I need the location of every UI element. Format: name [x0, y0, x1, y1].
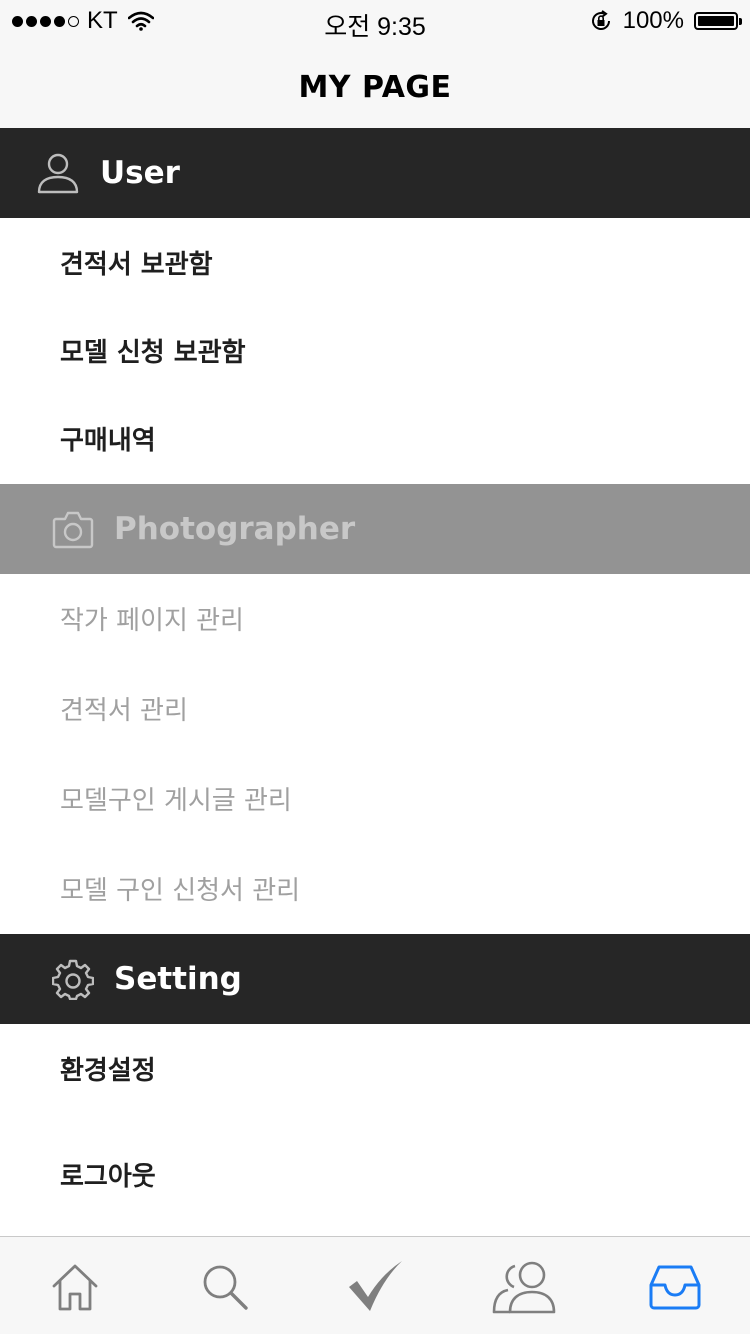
menu-item-label: 견적서 관리 [60, 695, 188, 726]
menu-item-estimate-manage: 견적서 관리 [0, 664, 750, 752]
rotation-lock-icon [589, 9, 613, 33]
menu-item-model-recruit-application-manage: 모델 구인 신청서 관리 [0, 844, 750, 932]
menu-item-estimate-box[interactable]: 견적서 보관함 [0, 218, 750, 306]
navigation-bar: MY PAGE [0, 40, 750, 128]
menu-item-label: 작가 페이지 관리 [60, 605, 244, 636]
battery-icon [694, 12, 742, 30]
menu-item-preferences[interactable]: 환경설정 [0, 1024, 750, 1112]
tab-search[interactable] [185, 1247, 265, 1327]
menu-item-label: 환경설정 [60, 1055, 156, 1086]
section-header-user: User [0, 128, 750, 218]
section-title-photographer: Photographer [114, 511, 356, 547]
page-title: MY PAGE [298, 70, 452, 105]
section-title-setting: Setting [114, 961, 242, 997]
tab-inbox[interactable] [635, 1247, 715, 1327]
inbox-icon [647, 1263, 703, 1311]
tab-bar [0, 1236, 750, 1334]
section-header-setting: Setting [0, 934, 750, 1024]
status-right: 100% [589, 7, 742, 35]
menu-item-label: 로그아웃 [60, 1161, 156, 1192]
battery-percent: 100% [622, 7, 684, 34]
user-icon [36, 151, 80, 195]
tab-home[interactable] [35, 1247, 115, 1327]
home-icon [49, 1261, 101, 1313]
tab-check[interactable] [335, 1247, 415, 1327]
checkmark-icon [345, 1259, 405, 1315]
search-icon [199, 1261, 251, 1313]
menu-item-label: 모델 구인 신청서 관리 [60, 875, 301, 906]
section-header-photographer: Photographer [0, 484, 750, 574]
section-title-user: User [100, 155, 180, 191]
menu-item-model-recruit-post-manage: 모델구인 게시글 관리 [0, 754, 750, 842]
status-bar: KT 오전 9:35 100% [0, 0, 750, 41]
gear-icon [52, 958, 94, 1000]
menu-item-purchase-history[interactable]: 구매내역 [0, 394, 750, 482]
menu-item-label: 모델 신청 보관함 [60, 337, 246, 368]
menu-item-label: 구매내역 [60, 425, 156, 456]
menu-item-artist-page-manage: 작가 페이지 관리 [0, 574, 750, 662]
menu-item-label: 모델구인 게시글 관리 [60, 785, 292, 816]
menu-item-label: 견적서 보관함 [60, 249, 213, 280]
menu-item-model-application-box[interactable]: 모델 신청 보관함 [0, 306, 750, 394]
tab-people[interactable] [485, 1247, 565, 1327]
camera-icon [52, 509, 94, 549]
people-icon [490, 1259, 560, 1315]
menu-item-logout[interactable]: 로그아웃 [0, 1130, 750, 1218]
